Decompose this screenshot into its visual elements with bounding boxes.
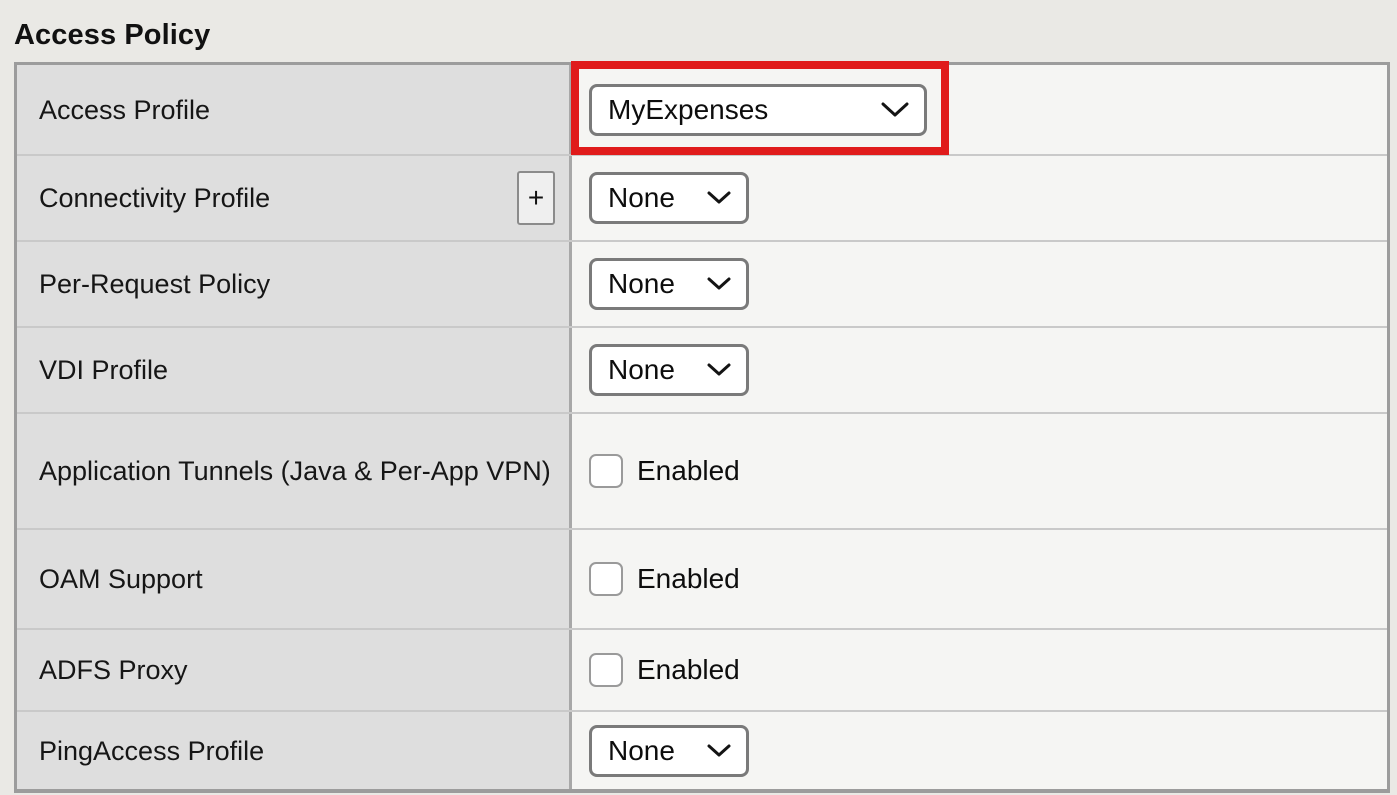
row-label: Connectivity Profile: [39, 183, 271, 213]
access-profile-select-value: MyExpenses: [608, 93, 769, 125]
row-label: ADFS Proxy: [39, 655, 188, 685]
per-request-policy-select[interactable]: None: [589, 258, 749, 310]
row-value-cell: MyExpenses: [572, 65, 1387, 154]
application-tunnels-checkbox-label: Enabled: [637, 455, 740, 486]
table-row: Access Profile MyExpenses: [17, 65, 1387, 156]
row-value-cell: Enabled: [572, 530, 1387, 628]
access-profile-select[interactable]: MyExpenses: [589, 83, 927, 136]
chevron-down-icon: [881, 102, 909, 116]
row-value-cell: Enabled: [572, 630, 1387, 710]
row-label-cell: VDI Profile: [17, 328, 572, 412]
row-label: Application Tunnels (Java & Per-App VPN): [39, 456, 551, 486]
table-row: Application Tunnels (Java & Per-App VPN)…: [17, 414, 1387, 530]
pingaccess-profile-select-value: None: [608, 734, 675, 766]
row-label-cell: OAM Support: [17, 530, 572, 628]
access-policy-table: Access Profile MyExpenses Connectivity P…: [14, 62, 1390, 793]
row-value-cell: Enabled: [572, 414, 1387, 528]
vdi-profile-select-value: None: [608, 354, 675, 385]
row-label: PingAccess Profile: [39, 735, 265, 766]
add-connectivity-profile-button[interactable]: +: [517, 171, 555, 225]
chevron-down-icon: [707, 744, 731, 756]
row-label-cell: PingAccess Profile: [17, 712, 572, 789]
row-value-cell: None: [572, 328, 1387, 412]
page-title: Access Policy: [14, 19, 211, 51]
per-request-policy-select-value: None: [608, 268, 675, 299]
adfs-proxy-checkbox-label: Enabled: [637, 654, 740, 685]
application-tunnels-checkbox[interactable]: [589, 454, 623, 488]
table-row: ADFS Proxy Enabled: [17, 630, 1387, 712]
table-row: VDI Profile None: [17, 328, 1387, 414]
row-label: VDI Profile: [39, 355, 169, 385]
vdi-profile-select[interactable]: None: [589, 344, 749, 396]
row-value-cell: None: [572, 156, 1387, 240]
row-label-cell: Application Tunnels (Java & Per-App VPN): [17, 414, 572, 528]
row-label-cell: Per-Request Policy: [17, 242, 572, 326]
access-policy-page: Access Policy Access Profile MyExpenses …: [0, 0, 1397, 795]
connectivity-profile-select[interactable]: None: [589, 172, 749, 224]
oam-support-checkbox-wrap[interactable]: Enabled: [589, 562, 740, 596]
row-value-cell: None: [572, 242, 1387, 326]
row-label-cell: ADFS Proxy: [17, 630, 572, 710]
row-label-cell: Access Profile: [17, 65, 572, 154]
chevron-down-icon: [707, 363, 731, 376]
row-label: OAM Support: [39, 564, 203, 594]
row-label: Access Profile: [39, 94, 211, 125]
oam-support-checkbox[interactable]: [589, 562, 623, 596]
chevron-down-icon: [707, 191, 731, 204]
table-row: Per-Request Policy None: [17, 242, 1387, 328]
table-row: OAM Support Enabled: [17, 530, 1387, 630]
application-tunnels-checkbox-wrap[interactable]: Enabled: [589, 454, 740, 488]
oam-support-checkbox-label: Enabled: [637, 563, 740, 594]
table-row: PingAccess Profile None: [17, 712, 1387, 789]
adfs-proxy-checkbox[interactable]: [589, 653, 623, 687]
row-label: Per-Request Policy: [39, 269, 271, 299]
pingaccess-profile-select[interactable]: None: [589, 724, 749, 777]
connectivity-profile-select-value: None: [608, 182, 675, 213]
chevron-down-icon: [707, 277, 731, 290]
row-label-cell: Connectivity Profile +: [17, 156, 572, 240]
adfs-proxy-checkbox-wrap[interactable]: Enabled: [589, 653, 740, 687]
row-value-cell: None: [572, 712, 1387, 789]
table-row: Connectivity Profile + None: [17, 156, 1387, 242]
